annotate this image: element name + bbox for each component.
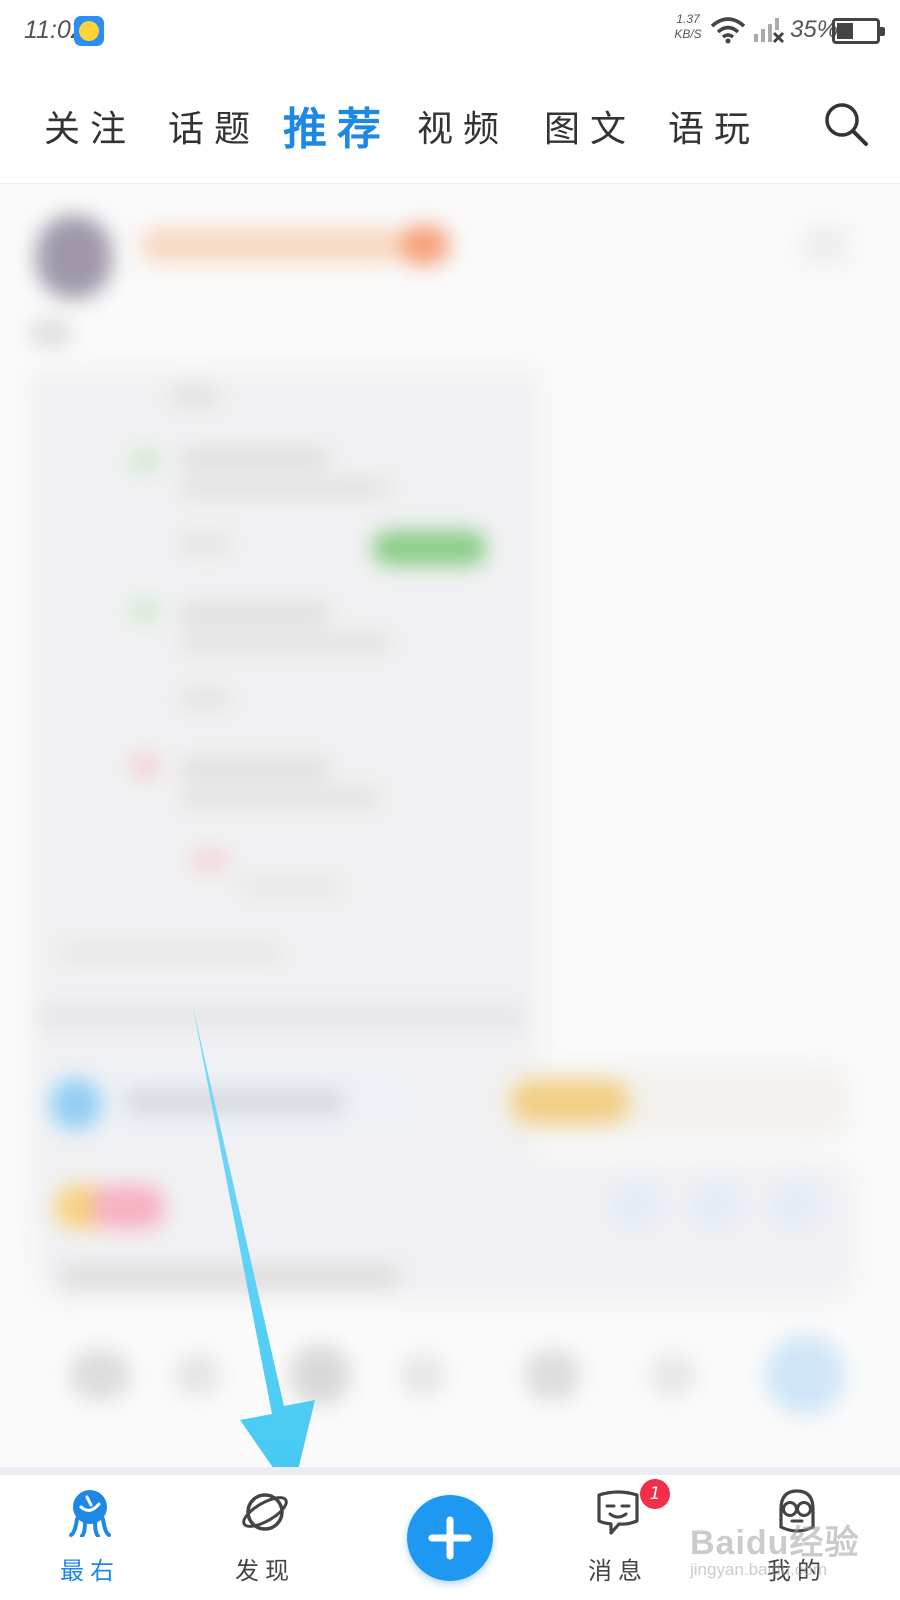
battery-percent: 35% [790, 16, 839, 43]
planet-icon [242, 1493, 288, 1531]
feed-blurred [0, 185, 900, 1467]
tab-topics[interactable]: 话题 [168, 100, 260, 152]
search-icon[interactable] [822, 100, 870, 148]
tab-recommended[interactable]: 推荐 [283, 93, 391, 157]
plus-icon [428, 1516, 472, 1560]
status-bar: 11:02 1.37 KB/S 35% [0, 0, 900, 62]
feed-blur-layer [0, 185, 900, 1467]
network-speed: 1.37 KB/S [672, 12, 704, 42]
tab-image-text[interactable]: 图文 [544, 100, 636, 152]
home-mascot-icon [69, 1490, 111, 1537]
watermark-main: Baidu经验 [690, 1524, 860, 1562]
wifi-icon [710, 17, 746, 44]
nav-item-discover[interactable]: 发现 [205, 1485, 325, 1595]
tab-video[interactable]: 视频 [417, 100, 509, 152]
nav-item-messages[interactable]: 1 消息 [558, 1479, 678, 1595]
network-speed-value: 1.37 [676, 12, 700, 26]
messages-badge: 1 [640, 1479, 670, 1509]
top-tab-bar: 关注 话题 推荐 视频 图文 语玩 [0, 62, 900, 184]
baidu-watermark: Baidu经验 jingyan.baidu.com [690, 1515, 859, 1580]
create-post-button[interactable] [407, 1495, 493, 1581]
network-speed-unit: KB/S [674, 27, 702, 41]
nav-label-messages: 消息 [588, 1557, 648, 1585]
tab-voice-play[interactable]: 语玩 [668, 100, 760, 152]
nav-label-discover: 发现 [235, 1557, 295, 1585]
tab-follow[interactable]: 关注 [44, 100, 136, 152]
battery-icon [832, 18, 885, 44]
no-signal-icon [754, 18, 785, 44]
app-notification-icon [74, 16, 104, 46]
nav-label-home: 最右 [60, 1557, 120, 1585]
chat-face-icon [597, 1490, 639, 1535]
nav-item-home[interactable]: 最右 [30, 1485, 150, 1595]
